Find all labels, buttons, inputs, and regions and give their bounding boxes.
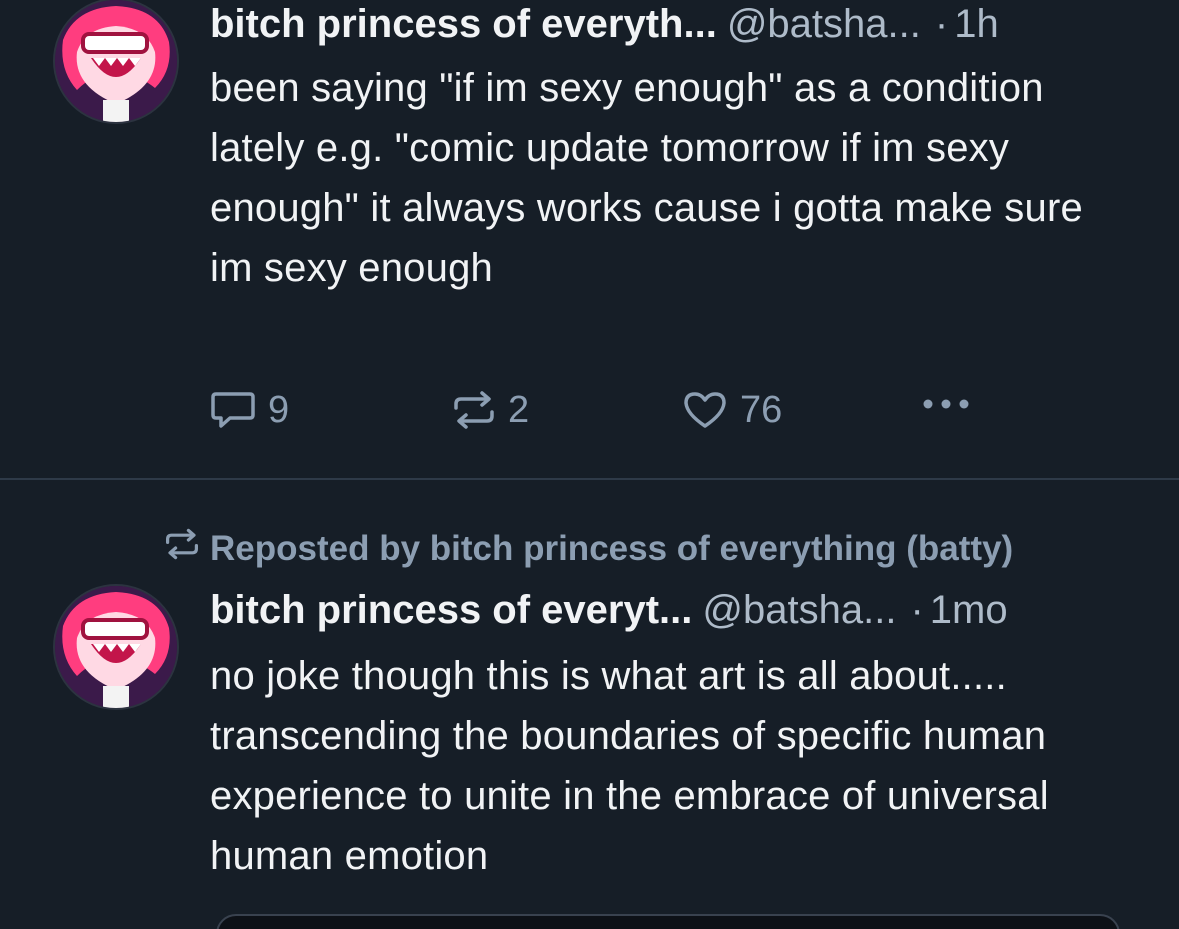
repost-icon	[452, 390, 496, 430]
avatar-icon	[55, 0, 177, 122]
more-icon	[918, 384, 974, 424]
display-name[interactable]: bitch princess of everyth...	[210, 2, 717, 46]
handle[interactable]: @batsha...	[727, 2, 921, 46]
repost-label: Reposted by bitch princess of everything…	[210, 529, 1014, 568]
repost-count: 2	[508, 389, 530, 431]
post-actions: 9 2 76	[210, 384, 1010, 436]
avatar[interactable]	[55, 586, 177, 708]
separator: ·	[934, 2, 949, 46]
post-text: no joke though this is what art is all a…	[210, 654, 1049, 878]
like-button[interactable]: 76	[682, 384, 782, 436]
repost-button[interactable]: 2	[452, 384, 529, 436]
reply-button[interactable]: 9	[210, 384, 289, 436]
post-header: bitch princess of everyth... @batsha... · 1…	[210, 0, 999, 48]
avatar-icon	[55, 586, 177, 708]
repost-icon	[164, 527, 210, 571]
post-time[interactable]: 1mo	[930, 588, 1008, 632]
avatar[interactable]	[55, 0, 177, 122]
embedded-post-card[interactable]	[216, 914, 1120, 929]
post-feed: bitch princess of everyth... @batsha... · 1…	[0, 0, 1179, 929]
like-count: 76	[740, 389, 783, 431]
divider	[0, 478, 1179, 480]
reply-icon	[210, 390, 256, 430]
post-header: bitch princess of everyt... @batsha... · 1m…	[210, 586, 1008, 634]
repost-indicator[interactable]: Reposted by bitch princess of everything…	[164, 527, 1013, 571]
post-text: been saying "if im sexy enough" as a con…	[210, 66, 1083, 290]
separator: ·	[910, 588, 924, 632]
handle[interactable]: @batsha...	[702, 588, 896, 632]
display-name[interactable]: bitch princess of everyt...	[210, 588, 692, 632]
more-options-button[interactable]	[918, 384, 974, 424]
reply-count: 9	[268, 389, 290, 431]
heart-icon	[682, 390, 728, 430]
post-time[interactable]: 1h	[954, 2, 999, 46]
